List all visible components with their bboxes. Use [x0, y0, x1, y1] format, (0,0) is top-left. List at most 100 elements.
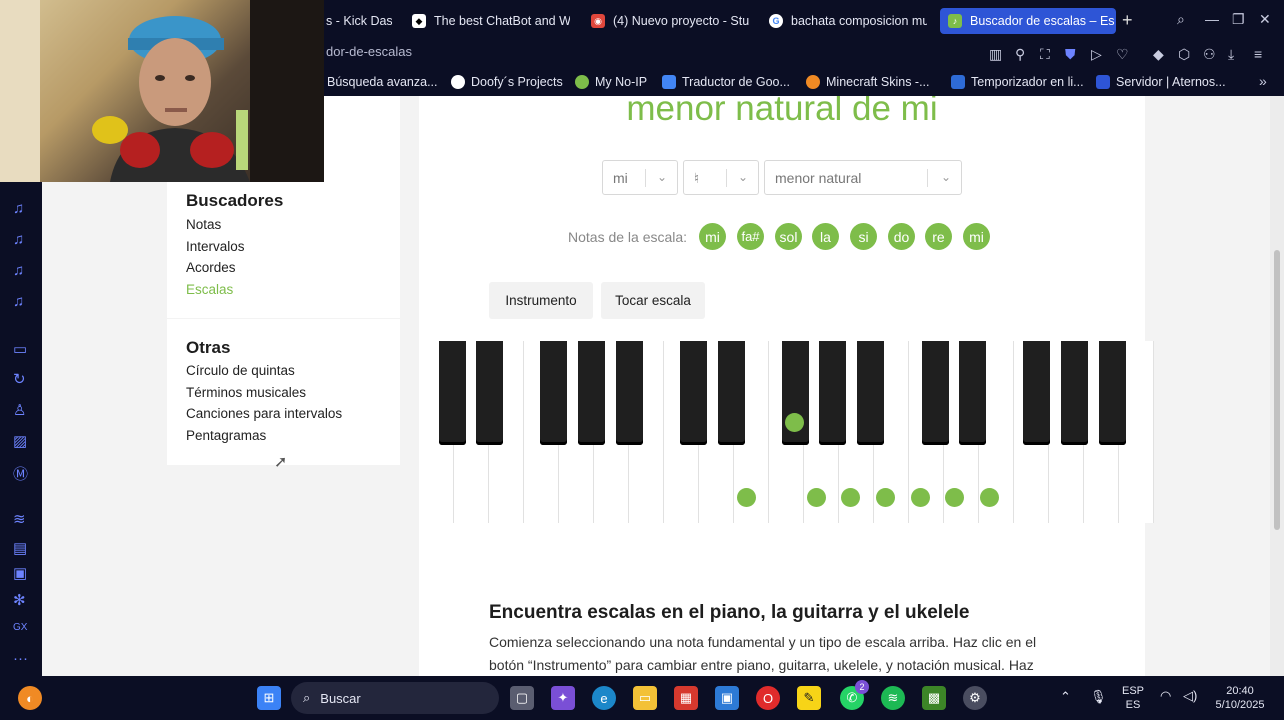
piano-black-key[interactable]: [1061, 341, 1088, 445]
refresh-icon[interactable]: ↻: [13, 370, 26, 388]
music-note-icon[interactable]: ♫: [13, 231, 24, 248]
sidebar-link-acordes[interactable]: Acordes: [186, 260, 236, 275]
piano-black-key[interactable]: [718, 341, 745, 445]
scale-note-badge[interactable]: la: [812, 223, 839, 250]
bookmark-item[interactable]: Servidor | Aternos...: [1096, 75, 1226, 89]
sidebar-link-terminos[interactable]: Términos musicales: [186, 385, 306, 400]
bookmark-item[interactable]: Doofy´s Projects: [451, 75, 563, 89]
image-icon[interactable]: ▨: [13, 432, 27, 450]
sidebar-link-escalas[interactable]: Escalas: [186, 282, 233, 297]
app-grid-icon[interactable]: ▦: [674, 686, 698, 710]
clock[interactable]: 20:40 5/10/2025: [1208, 684, 1272, 712]
settings-gear-icon[interactable]: ⚙: [963, 686, 987, 710]
sidebar-link-intervalos[interactable]: Intervalos: [186, 239, 245, 254]
url-field[interactable]: dor-de-escalas: [326, 44, 412, 59]
browser-tab-3[interactable]: ◉ (4) Nuevo proyecto - Stu: [591, 8, 749, 34]
gx-icon[interactable]: GX: [13, 622, 27, 633]
sidebar-link-circulo[interactable]: Círculo de quintas: [186, 363, 295, 378]
bookmark-item[interactable]: Minecraft Skins -...: [806, 75, 930, 89]
piano-black-key[interactable]: [680, 341, 707, 445]
wifi-icon[interactable]: ◠: [1160, 689, 1171, 703]
store-icon[interactable]: ▣: [715, 686, 739, 710]
sidebar-link-notas[interactable]: Notas: [186, 217, 221, 232]
notes-icon[interactable]: ✎: [797, 686, 821, 710]
piano-black-key[interactable]: [1023, 341, 1050, 445]
bookmark-item[interactable]: Traductor de Goo...: [662, 75, 790, 89]
microphone-icon[interactable]: 🎙: [1090, 690, 1107, 704]
diamond-icon[interactable]: ◆: [1153, 46, 1164, 63]
volume-icon[interactable]: ◁): [1183, 689, 1197, 703]
play-icon[interactable]: ▷: [1091, 46, 1102, 63]
maximize-icon[interactable]: ❐: [1232, 11, 1245, 28]
wifi-icon[interactable]: ≋: [13, 510, 26, 528]
piano-black-key[interactable]: [578, 341, 605, 445]
piano-black-key[interactable]: [616, 341, 643, 445]
scale-note-badge[interactable]: fa#: [737, 223, 764, 250]
cpu-icon[interactable]: ▣: [13, 564, 27, 582]
screenshot-icon[interactable]: ⛶: [1040, 46, 1050, 63]
download-icon[interactable]: ⤓: [1228, 46, 1234, 63]
scrollbar-thumb[interactable]: [1274, 250, 1280, 530]
scale-type-select[interactable]: menor natural ⌄: [764, 160, 962, 195]
piano-black-key[interactable]: [922, 341, 949, 445]
music-note-icon[interactable]: ♫: [13, 293, 24, 310]
piano-keyboard[interactable]: [419, 341, 1154, 523]
sidebar-link-canciones[interactable]: Canciones para intervalos: [186, 406, 342, 421]
piano-black-key[interactable]: [959, 341, 986, 445]
profile-icon[interactable]: ⚇: [1203, 46, 1216, 63]
file-explorer-icon[interactable]: ▭: [633, 686, 657, 710]
bookmark-item[interactable]: Búsqueda avanza...: [327, 75, 438, 89]
close-icon[interactable]: ✕: [1259, 11, 1271, 28]
browser-tab-4[interactable]: G bachata composicion mu: [769, 8, 927, 34]
bookmark-item[interactable]: My No-IP: [575, 75, 647, 89]
browser-tab-active[interactable]: ♪ Buscador de escalas – Es: [940, 8, 1116, 34]
piano-black-key[interactable]: [439, 341, 466, 445]
memory-icon[interactable]: ▤: [13, 539, 27, 557]
bookmark-item[interactable]: Temporizador en li...: [951, 75, 1084, 89]
more-icon[interactable]: ···: [13, 650, 28, 667]
scale-note-badge[interactable]: mi: [963, 223, 990, 250]
browser-tab-1[interactable]: s - Kick Das: [326, 8, 392, 34]
edge-icon[interactable]: e: [592, 686, 616, 710]
minecraft-icon[interactable]: ▩: [922, 686, 946, 710]
pin-icon[interactable]: ⚲: [1015, 46, 1025, 63]
new-tab-icon[interactable]: +: [1122, 10, 1133, 31]
extensions-icon[interactable]: ⬡: [1178, 46, 1190, 63]
task-view-icon[interactable]: ▢: [510, 686, 534, 710]
play-scale-button[interactable]: Tocar escala: [601, 282, 705, 319]
language-indicator[interactable]: ESP ES: [1118, 684, 1148, 712]
scale-note-badge[interactable]: mi: [699, 223, 726, 250]
piano-black-key[interactable]: [1099, 341, 1126, 445]
search-tabs-icon[interactable]: ⌕: [1177, 11, 1185, 28]
instrument-button[interactable]: Instrumento: [489, 282, 593, 319]
browser-tab-2[interactable]: ◆ The best ChatBot and W: [412, 8, 570, 34]
vpn-icon[interactable]: ♙: [13, 401, 26, 419]
shield-icon[interactable]: ⛊: [1065, 46, 1076, 63]
spotify-icon[interactable]: ≋: [881, 686, 905, 710]
menu-icon[interactable]: ≡: [1254, 46, 1262, 62]
music-note-icon[interactable]: ♫: [13, 200, 24, 217]
piano-black-key[interactable]: [540, 341, 567, 445]
gamepad-icon[interactable]: ▭: [13, 340, 27, 358]
accidental-select[interactable]: ♮ ⌄: [683, 160, 759, 195]
scale-note-badge[interactable]: re: [925, 223, 952, 250]
opera-icon[interactable]: O: [756, 686, 780, 710]
sidebar-toggle-icon[interactable]: ▥: [989, 46, 1002, 63]
copilot-icon[interactable]: ✦: [551, 686, 575, 710]
chevron-up-icon[interactable]: ⌃: [1060, 690, 1071, 704]
scale-note-badge[interactable]: do: [888, 223, 915, 250]
windows-start-icon[interactable]: ⊞: [257, 686, 281, 710]
scale-note-badge[interactable]: sol: [775, 223, 802, 250]
heart-icon[interactable]: ♡: [1116, 46, 1129, 63]
m-icon[interactable]: Ⓜ: [13, 463, 28, 484]
root-note-select[interactable]: mi ⌄: [602, 160, 678, 195]
piano-black-key[interactable]: [476, 341, 503, 445]
music-note-icon[interactable]: ♫: [13, 262, 24, 279]
sidebar-link-pentagramas[interactable]: Pentagramas: [186, 428, 266, 443]
piano-black-key[interactable]: [857, 341, 884, 445]
piano-black-key[interactable]: [819, 341, 846, 445]
fan-icon[interactable]: ✻: [13, 591, 26, 609]
bookmarks-overflow-icon[interactable]: »: [1259, 73, 1267, 89]
minimize-icon[interactable]: —: [1205, 11, 1219, 27]
taskbar-search[interactable]: ⌕ Buscar: [291, 682, 499, 714]
